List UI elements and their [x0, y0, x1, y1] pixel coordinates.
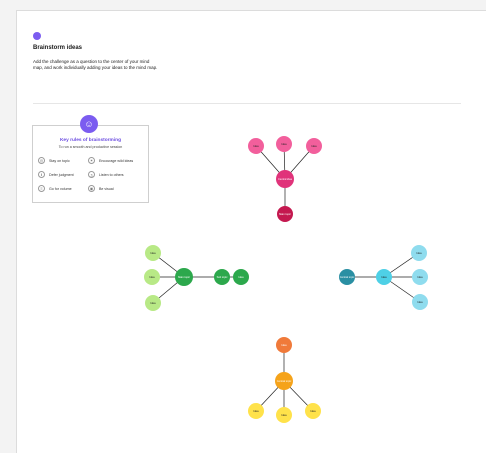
node-label: Idea [281, 142, 287, 146]
yellow-map-nodes[interactable]: Idea Central topic Idea Idea Idea [248, 337, 321, 423]
node-label: Idea [150, 251, 156, 255]
node-label: Idea [311, 144, 317, 148]
node-label: Idea [381, 275, 387, 279]
blue-map-nodes[interactable]: Central topic Idea Idea Idea Idea [339, 245, 428, 310]
node-label: Idea [281, 413, 287, 417]
node-label: Idea [149, 275, 155, 279]
node-label: Idea [150, 301, 156, 305]
node-label: Idea [417, 275, 423, 279]
pink-map-nodes[interactable]: Idea Idea Idea Central idea Main topic [248, 136, 322, 222]
node-label: Central topic [277, 379, 292, 383]
node-label: Idea [310, 409, 316, 413]
mind-maps-layer: Idea Idea Idea Central idea Main topic I… [144, 136, 428, 423]
node-label: Idea [253, 409, 259, 413]
node-label: Idea [281, 343, 287, 347]
green-map-nodes[interactable]: Idea Idea Idea Main topic Sub topic Idea [144, 245, 249, 311]
node-label: Main topic [178, 275, 191, 279]
node-label: Central topic [340, 275, 355, 279]
node-label: Idea [238, 275, 244, 279]
node-label: Central idea [278, 177, 293, 181]
node-label: Main topic [279, 212, 292, 216]
node-label: Sub topic [217, 275, 229, 279]
node-label: Idea [416, 251, 422, 255]
node-label: Idea [417, 300, 423, 304]
node-label: Idea [253, 144, 259, 148]
